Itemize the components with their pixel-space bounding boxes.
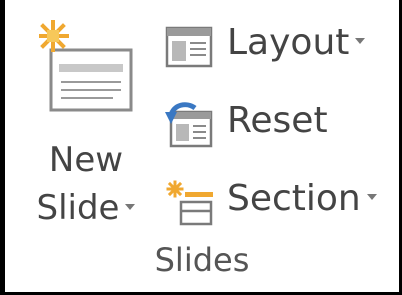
new-slide-button[interactable]: New Slide <box>25 12 147 240</box>
section-button[interactable]: Section <box>161 170 393 234</box>
layout-label: Layout <box>227 20 366 66</box>
section-label-text: Section <box>227 178 361 219</box>
reset-button[interactable]: Reset <box>161 92 393 156</box>
slides-ribbon-group: New Slide Layout Reset Section Slides <box>5 0 399 292</box>
group-title: Slides <box>154 241 250 279</box>
layout-label-text: Layout <box>227 22 350 63</box>
new-slide-label-line2[interactable]: Slide <box>25 188 147 228</box>
layout-button[interactable]: Layout <box>161 14 393 78</box>
reset-icon <box>165 102 213 148</box>
reset-label: Reset <box>227 100 328 141</box>
chevron-down-icon <box>125 203 136 210</box>
new-slide-label-text: Slide <box>36 188 120 228</box>
new-slide-label-line1: New <box>48 140 124 180</box>
chevron-down-icon <box>355 38 366 44</box>
layout-icon <box>165 26 213 68</box>
section-label: Section <box>227 176 377 222</box>
section-icon <box>166 180 213 226</box>
new-slide-icon <box>39 20 133 112</box>
chevron-down-icon <box>366 194 377 200</box>
